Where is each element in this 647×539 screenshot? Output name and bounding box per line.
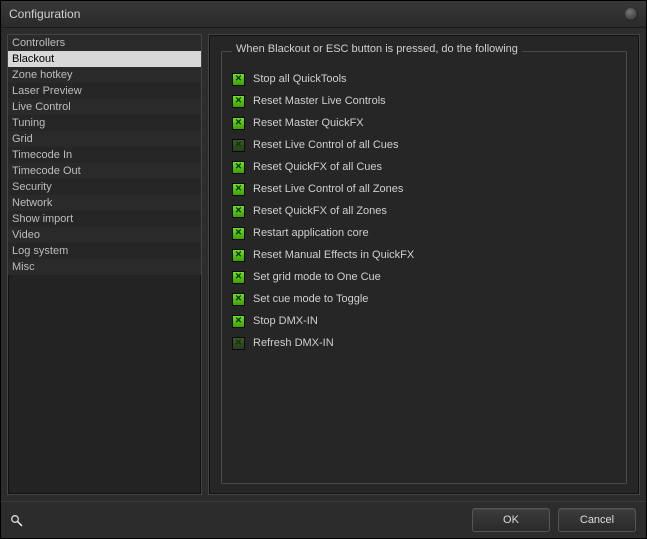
- check-x-icon: ×: [235, 73, 241, 84]
- sidebar-item-label: Timecode In: [12, 149, 72, 161]
- sidebar-item-label: Grid: [12, 133, 33, 145]
- sidebar-item-security[interactable]: Security: [8, 179, 201, 195]
- dialog-footer: OK Cancel: [1, 501, 646, 538]
- content-panel: When Blackout or ESC button is pressed, …: [208, 34, 640, 495]
- option-checkbox[interactable]: ×: [232, 95, 245, 108]
- option-row: × Reset Manual Effects in QuickFX: [232, 244, 616, 266]
- sidebar-item-label: Security: [12, 181, 52, 193]
- check-x-icon: ×: [235, 293, 241, 304]
- config-window: Configuration Controllers Blackout Zone ho…: [0, 0, 647, 539]
- sidebar-item-label: Show import: [12, 213, 73, 225]
- cancel-button-label: Cancel: [580, 514, 614, 526]
- option-row: × Restart application core: [232, 222, 616, 244]
- option-label: Reset Live Control of all Zones: [253, 183, 403, 195]
- check-x-icon: ×: [235, 249, 241, 260]
- option-row: × Stop all QuickTools: [232, 68, 616, 90]
- sidebar-item-blackout[interactable]: Blackout: [8, 51, 201, 67]
- sidebar-item-label: Log system: [12, 245, 68, 257]
- option-checkbox[interactable]: ×: [232, 161, 245, 174]
- sidebar-item-timecode-out[interactable]: Timecode Out: [8, 163, 201, 179]
- check-x-icon: ×: [235, 227, 241, 238]
- sidebar-item-label: Live Control: [12, 101, 71, 113]
- sidebar-list: Controllers Blackout Zone hotkey Laser Prev…: [8, 35, 201, 494]
- dialog-body: Controllers Blackout Zone hotkey Laser Prev…: [1, 28, 646, 501]
- sidebar-item-network[interactable]: Network: [8, 195, 201, 211]
- option-row: × Set grid mode to One Cue: [232, 266, 616, 288]
- sidebar-item-label: Misc: [12, 261, 35, 273]
- blackout-groupbox: When Blackout or ESC button is pressed, …: [221, 51, 627, 484]
- sidebar-item-label: Timecode Out: [12, 165, 81, 177]
- option-row: × Reset Master QuickFX: [232, 112, 616, 134]
- check-x-icon: ×: [235, 315, 241, 326]
- option-row: × Reset QuickFX of all Zones: [232, 200, 616, 222]
- option-checkbox[interactable]: ×: [232, 139, 245, 152]
- sidebar-item-label: Tuning: [12, 117, 45, 129]
- option-label: Reset QuickFX of all Cues: [253, 161, 382, 173]
- sidebar-item-timecode-in[interactable]: Timecode In: [8, 147, 201, 163]
- sidebar-item-label: Network: [12, 197, 52, 209]
- option-label: Restart application core: [253, 227, 369, 239]
- option-row: × Reset Live Control of all Cues: [232, 134, 616, 156]
- option-checkbox[interactable]: ×: [232, 183, 245, 196]
- groupbox-title: When Blackout or ESC button is pressed, …: [232, 43, 522, 55]
- search-icon[interactable]: [9, 513, 23, 527]
- sidebar-panel: Controllers Blackout Zone hotkey Laser Prev…: [7, 34, 202, 495]
- option-label: Stop all QuickTools: [253, 73, 347, 85]
- option-label: Reset Master QuickFX: [253, 117, 364, 129]
- ok-button[interactable]: OK: [472, 508, 550, 532]
- option-checkbox[interactable]: ×: [232, 227, 245, 240]
- option-row: × Refresh DMX-IN: [232, 332, 616, 354]
- option-row: × Set cue mode to Toggle: [232, 288, 616, 310]
- sidebar-item-grid[interactable]: Grid: [8, 131, 201, 147]
- sidebar-item-label: Video: [12, 229, 40, 241]
- check-x-icon: ×: [235, 183, 241, 194]
- sidebar-item-tuning[interactable]: Tuning: [8, 115, 201, 131]
- titlebar-orb-icon[interactable]: [624, 7, 638, 21]
- option-checkbox[interactable]: ×: [232, 293, 245, 306]
- titlebar: Configuration: [1, 1, 646, 28]
- sidebar-item-controllers[interactable]: Controllers: [8, 35, 201, 51]
- sidebar-item-label: Blackout: [12, 53, 54, 65]
- check-empty-icon: ×: [235, 139, 241, 150]
- option-label: Stop DMX-IN: [253, 315, 318, 327]
- check-x-icon: ×: [235, 205, 241, 216]
- check-empty-icon: ×: [235, 337, 241, 348]
- ok-button-label: OK: [503, 514, 519, 526]
- option-label: Reset Manual Effects in QuickFX: [253, 249, 414, 261]
- option-checkbox[interactable]: ×: [232, 337, 245, 350]
- check-x-icon: ×: [235, 117, 241, 128]
- option-row: × Reset Live Control of all Zones: [232, 178, 616, 200]
- option-checkbox[interactable]: ×: [232, 73, 245, 86]
- cancel-button[interactable]: Cancel: [558, 508, 636, 532]
- check-x-icon: ×: [235, 271, 241, 282]
- option-label: Refresh DMX-IN: [253, 337, 334, 349]
- sidebar-item-label: Laser Preview: [12, 85, 82, 97]
- sidebar-item-laser-preview[interactable]: Laser Preview: [8, 83, 201, 99]
- option-checkbox[interactable]: ×: [232, 249, 245, 262]
- sidebar-item-label: Controllers: [12, 37, 65, 49]
- sidebar-item-log-system[interactable]: Log system: [8, 243, 201, 259]
- check-x-icon: ×: [235, 161, 241, 172]
- option-checkbox[interactable]: ×: [232, 117, 245, 130]
- option-label: Reset Master Live Controls: [253, 95, 386, 107]
- sidebar-item-live-control[interactable]: Live Control: [8, 99, 201, 115]
- option-label: Set grid mode to One Cue: [253, 271, 381, 283]
- options-list: × Stop all QuickTools × Reset Master Live C…: [222, 52, 626, 364]
- option-checkbox[interactable]: ×: [232, 271, 245, 284]
- sidebar-item-zone-hotkey[interactable]: Zone hotkey: [8, 67, 201, 83]
- option-label: Set cue mode to Toggle: [253, 293, 368, 305]
- option-row: × Reset QuickFX of all Cues: [232, 156, 616, 178]
- sidebar-item-video[interactable]: Video: [8, 227, 201, 243]
- option-checkbox[interactable]: ×: [232, 315, 245, 328]
- option-checkbox[interactable]: ×: [232, 205, 245, 218]
- sidebar-item-label: Zone hotkey: [12, 69, 73, 81]
- sidebar-item-misc[interactable]: Misc: [8, 259, 201, 275]
- option-row: × Stop DMX-IN: [232, 310, 616, 332]
- check-x-icon: ×: [235, 95, 241, 106]
- window-title: Configuration: [9, 7, 80, 21]
- option-label: Reset QuickFX of all Zones: [253, 205, 387, 217]
- option-row: × Reset Master Live Controls: [232, 90, 616, 112]
- sidebar-item-show-import[interactable]: Show import: [8, 211, 201, 227]
- option-label: Reset Live Control of all Cues: [253, 139, 399, 151]
